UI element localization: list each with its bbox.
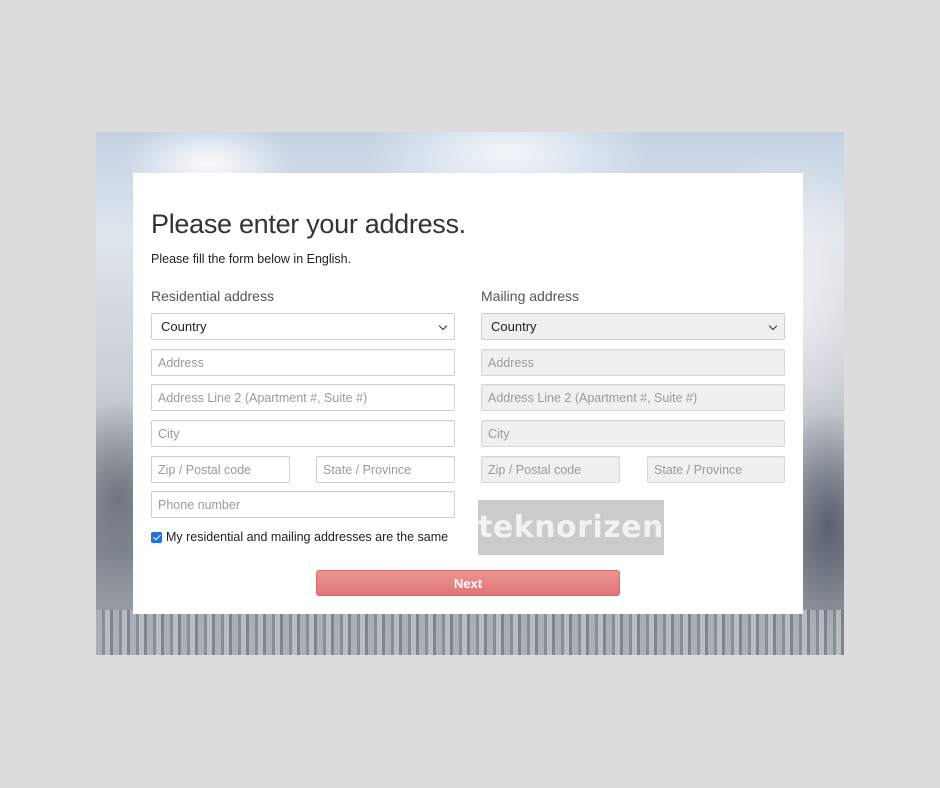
- mailing-address-input[interactable]: [481, 349, 785, 376]
- same-address-label: My residential and mailing addresses are…: [166, 530, 449, 544]
- page-subtitle: Please fill the form below in English.: [151, 252, 352, 266]
- residential-phone-input[interactable]: [151, 491, 455, 518]
- page-title: Please enter your address.: [151, 209, 466, 239]
- mailing-zip-input[interactable]: [481, 456, 620, 483]
- mailing-country-value: Country: [491, 319, 537, 334]
- residential-country-select[interactable]: Country: [151, 313, 455, 340]
- mailing-address-label: Mailing address: [481, 288, 580, 304]
- watermark-logo: teknorizen: [478, 500, 664, 555]
- same-address-checkbox[interactable]: [151, 531, 162, 543]
- chevron-down-icon: [438, 321, 448, 331]
- next-button[interactable]: Next: [316, 570, 620, 596]
- residential-country-value: Country: [161, 319, 207, 334]
- residential-address-line2-input[interactable]: [151, 384, 455, 411]
- chevron-down-icon: [768, 321, 778, 331]
- residential-address-label: Residential address: [151, 288, 274, 304]
- same-address-checkbox-row[interactable]: My residential and mailing addresses are…: [151, 530, 448, 544]
- residential-state-input[interactable]: [316, 456, 455, 483]
- residential-zip-input[interactable]: [151, 456, 290, 483]
- mailing-state-input[interactable]: [647, 456, 785, 483]
- mailing-country-select[interactable]: Country: [481, 313, 785, 340]
- residential-city-input[interactable]: [151, 420, 455, 447]
- mailing-city-input[interactable]: [481, 420, 785, 447]
- residential-address-input[interactable]: [151, 349, 455, 376]
- address-form-card: Please enter your address. Please fill t…: [133, 173, 803, 614]
- mailing-address-line2-input[interactable]: [481, 384, 785, 411]
